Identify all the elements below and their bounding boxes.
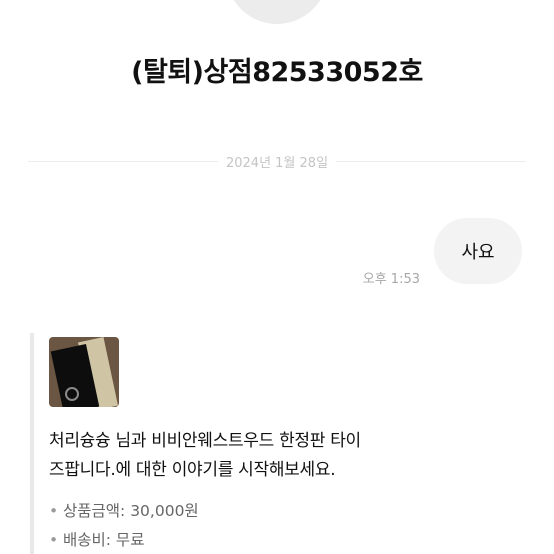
product-card-message: 처리슝슝 님과 비비안웨스트우드 한정판 타이 즈팝니다.에 대한 이야기를 시… — [49, 427, 429, 485]
message-timestamp: 오후 1:53 — [362, 272, 420, 287]
bullet-icon: • — [49, 502, 59, 520]
product-card-message-line2: 즈팝니다.에 대한 이야기를 시작해보세요. — [49, 460, 336, 480]
message-bubble[interactable]: 사요 — [434, 218, 522, 284]
product-card[interactable]: 처리슝슝 님과 비비안웨스트우드 한정판 타이 즈팝니다.에 대한 이야기를 시… — [30, 333, 554, 554]
page-title: (탈퇴)상점82533052호 — [131, 57, 423, 88]
price-info: • 상품금액: 30,000원 — [49, 499, 199, 521]
date-divider: 2024년 1월 28일 — [28, 150, 527, 172]
divider-line-left — [28, 160, 218, 162]
product-thumbnail[interactable] — [49, 337, 119, 407]
shipping-label: 배송비: 무료 — [63, 531, 145, 549]
product-card-message-line1: 처리슝슝 님과 비비안웨스트우드 한정판 타이 — [49, 431, 361, 451]
price-label: 상품금액: 30,000원 — [63, 502, 199, 520]
date-label: 2024년 1월 28일 — [225, 155, 329, 171]
divider-line-right — [336, 160, 527, 162]
avatar[interactable] — [226, 0, 328, 24]
bullet-icon: • — [49, 531, 59, 549]
shipping-info: • 배송비: 무료 — [49, 528, 144, 550]
orb-logo-icon — [65, 387, 79, 401]
